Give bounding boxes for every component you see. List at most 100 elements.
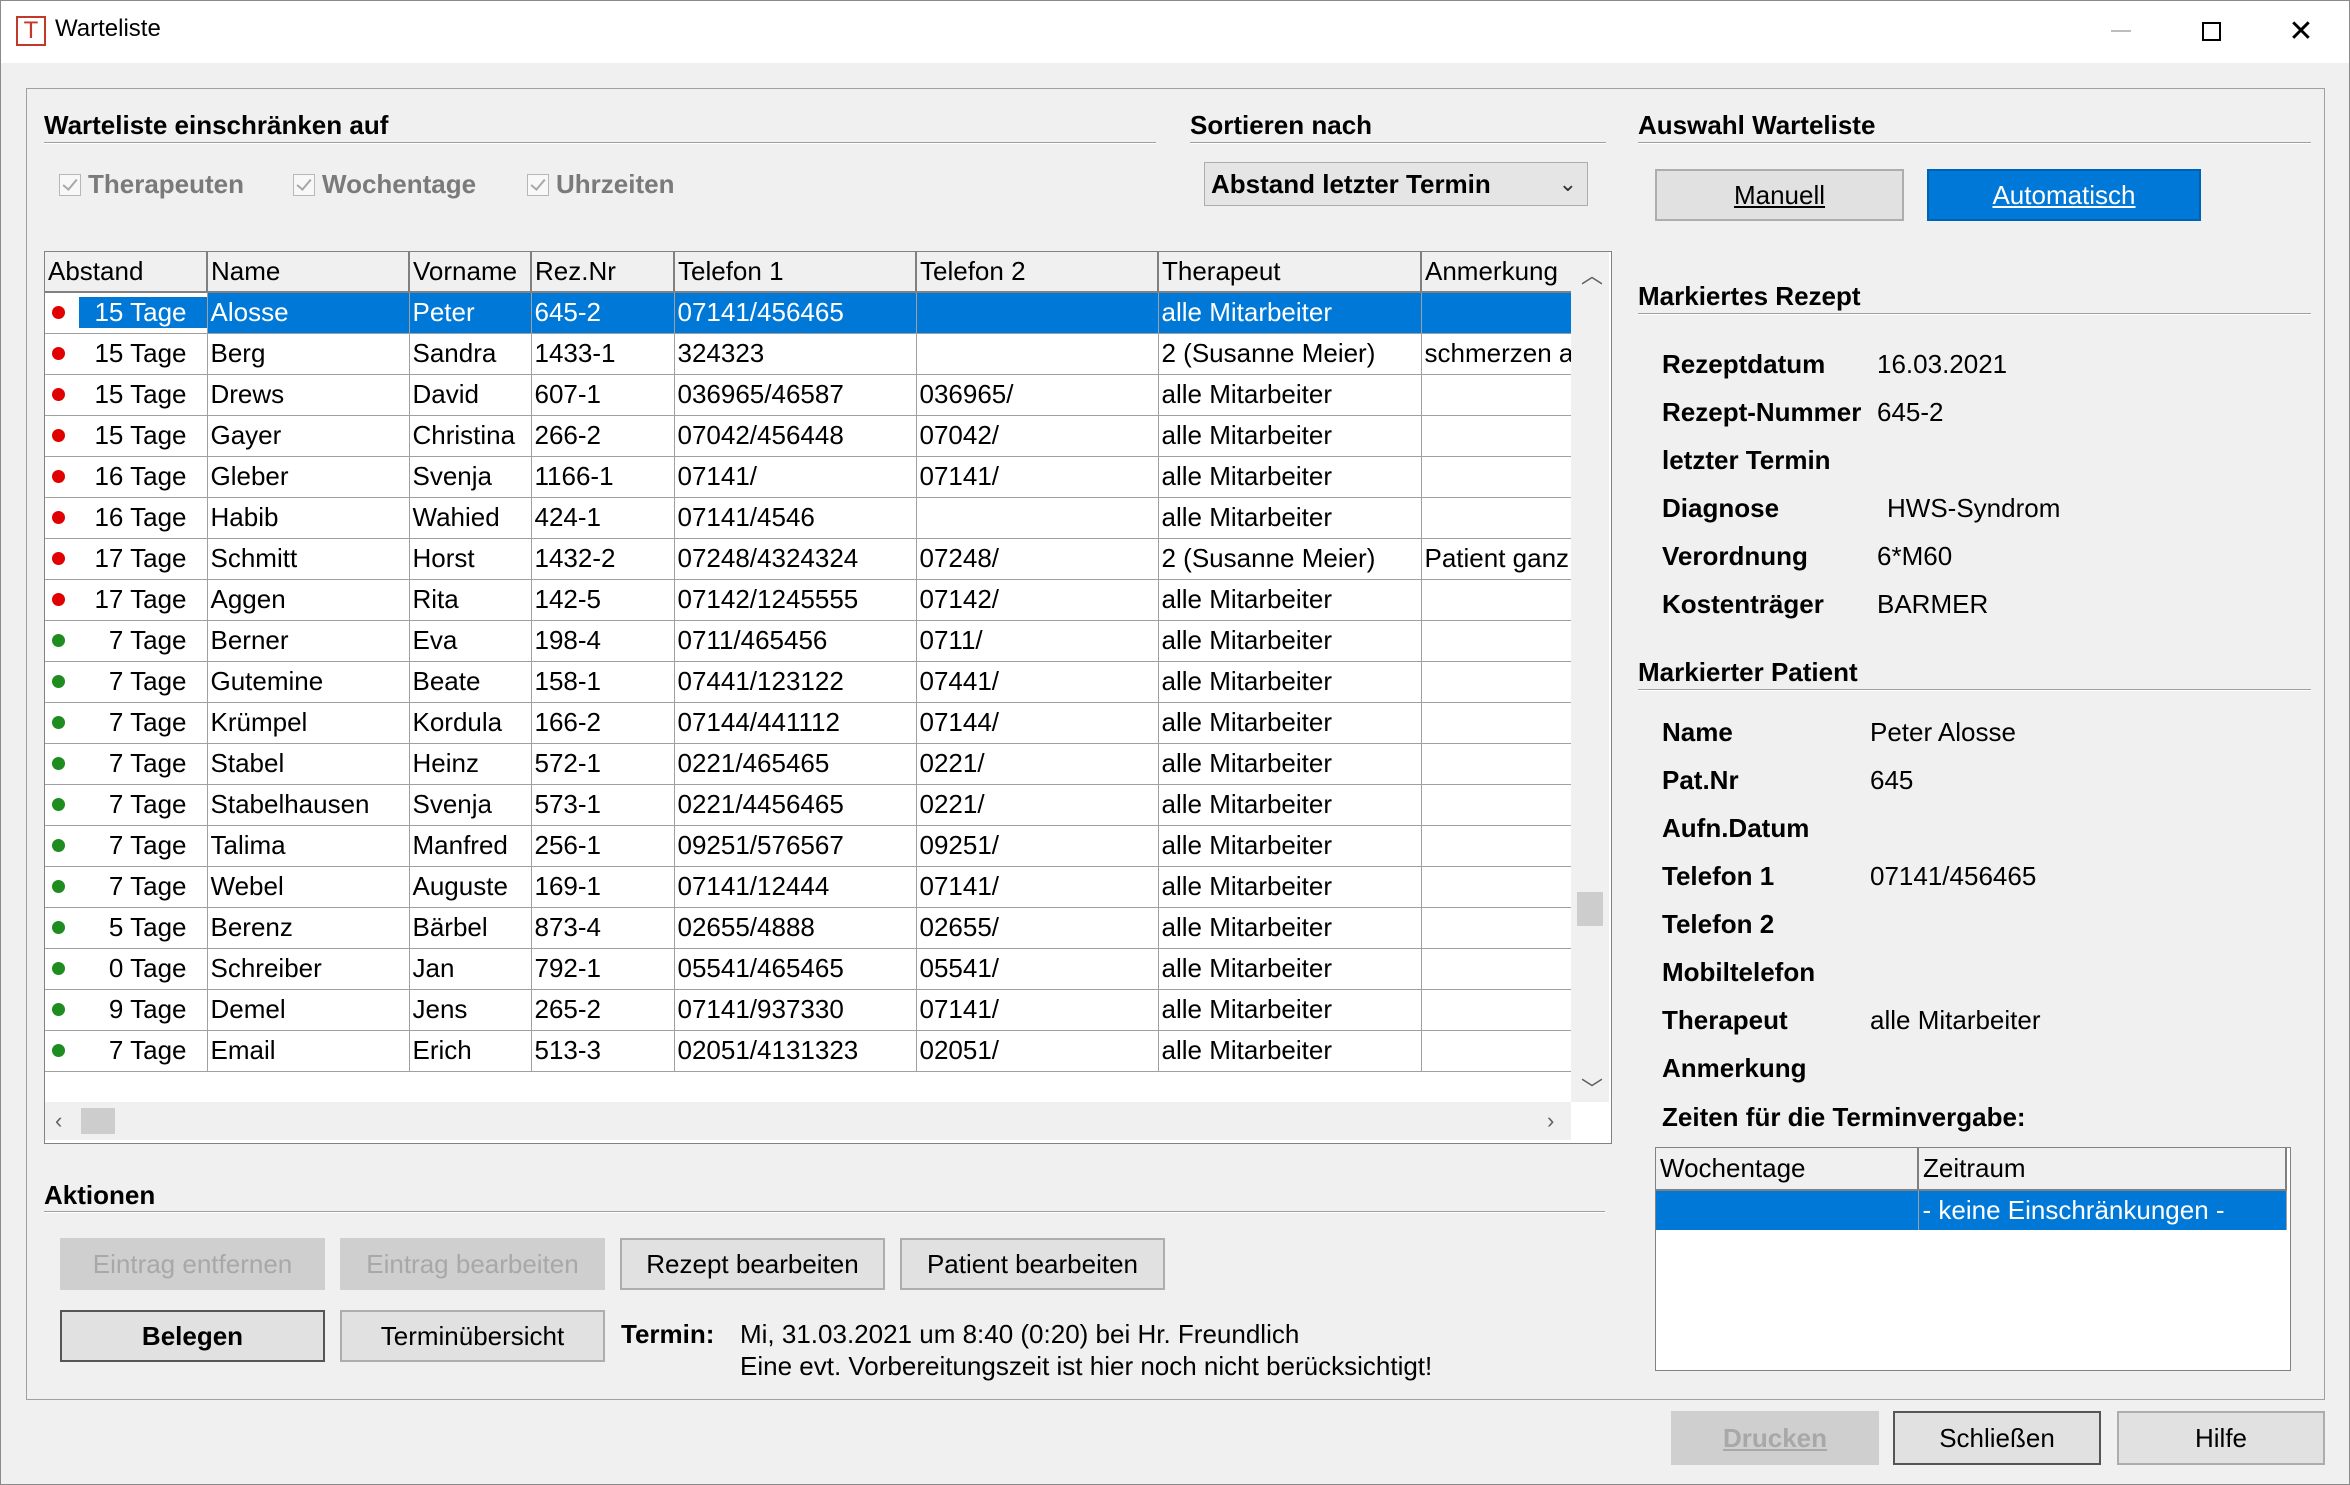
cell-name: Berner xyxy=(207,620,410,662)
table-row[interactable]: 7 Tage Stabelhausen Svenja 573-1 0221/445646… xyxy=(45,784,1576,826)
cell-abstand: 15 Tage xyxy=(45,333,208,375)
times-row[interactable]: - keine Einschränkungen - xyxy=(1656,1190,2287,1230)
status-dot-icon xyxy=(52,962,65,975)
patient-label: Name xyxy=(1662,717,1733,747)
manual-button[interactable]: Manuell xyxy=(1655,169,1904,221)
cell-rez: 424-1 xyxy=(531,497,675,539)
cell-rez: 198-4 xyxy=(531,620,675,662)
abstand-value: 7 Tage xyxy=(108,789,187,819)
column-header-zeitraum[interactable]: Zeitraum xyxy=(1918,1148,2287,1191)
times-header: Wochentage Zeitraum xyxy=(1656,1148,2287,1191)
column-header-anmerkung[interactable]: Anmerkung xyxy=(1421,252,1576,293)
table-row[interactable]: 7 Tage Berner Eva 198-4 0711/465456 0711/alle… xyxy=(45,620,1576,662)
times-table[interactable]: Wochentage Zeitraum - keine Einschränkun… xyxy=(1655,1147,2291,1371)
column-header-telefon-1[interactable]: Telefon 1 xyxy=(674,252,917,293)
patient-value: Peter Alosse xyxy=(1870,717,2016,747)
cell-vorname: Christina xyxy=(409,415,532,457)
column-header-vorname[interactable]: Vorname xyxy=(409,252,532,293)
table-row[interactable]: 17 Tage Schmitt Horst 1432-2 07248/4324324 07… xyxy=(45,538,1576,580)
scroll-thumb[interactable] xyxy=(81,1108,115,1134)
table-row[interactable]: 7 Tage Gutemine Beate 158-1 07441/123122 0744… xyxy=(45,661,1576,703)
cell-name: Alosse xyxy=(207,292,410,334)
cell-therapeut: alle Mitarbeiter xyxy=(1158,661,1422,703)
rezept-value: 16.03.2021 xyxy=(1877,349,2008,379)
help-button[interactable]: Hilfe xyxy=(2117,1411,2325,1465)
table-row[interactable]: 15 Tage Alosse Peter 645-2 07141/456465 alle … xyxy=(45,292,1576,334)
table-row[interactable]: 16 Tage Gleber Svenja 1166-1 07141/07141/all… xyxy=(45,456,1576,498)
remove-entry-button[interactable]: Eintrag entfernen xyxy=(60,1238,325,1290)
table-row[interactable]: 7 Tage Talima Manfred 256-1 09251/576567 0925… xyxy=(45,825,1576,867)
rezept-value: 645-2 xyxy=(1877,397,1944,427)
print-button[interactable]: Drucken xyxy=(1671,1411,1879,1465)
print-label: Drucken xyxy=(1722,1422,1828,1453)
abstand-value: 15 Tage xyxy=(94,420,187,450)
window-title: Warteliste xyxy=(55,15,161,42)
cell-tel1: 07441/123122 xyxy=(674,661,917,703)
cell-anm xyxy=(1421,374,1576,416)
cell-abstand: 5 Tage xyxy=(45,907,208,949)
cell-tel2: 02051/ xyxy=(916,1030,1159,1072)
column-header-name[interactable]: Name xyxy=(207,252,410,293)
rezept-label: Rezept-Nummer xyxy=(1662,397,1862,427)
cell-abstand: 16 Tage xyxy=(45,456,208,498)
maximize-icon xyxy=(2201,21,2221,41)
abstand-value: 15 Tage xyxy=(94,338,187,368)
cell-anm xyxy=(1421,497,1576,539)
table-row[interactable]: 7 Tage Webel Auguste 169-1 07141/12444 07141/… xyxy=(45,866,1576,908)
status-dot-icon xyxy=(52,757,65,770)
scroll-down-icon[interactable]: ﹀ xyxy=(1581,1072,1603,1104)
edit-patient-button[interactable]: Patient bearbeiten xyxy=(900,1238,1165,1290)
column-header-therapeut[interactable]: Therapeut xyxy=(1158,252,1422,293)
table-row[interactable]: 17 Tage Aggen Rita 142-5 07142/1245555 07142/… xyxy=(45,579,1576,621)
auto-button[interactable]: Automatisch xyxy=(1927,169,2201,221)
appointment-overview-button[interactable]: Terminübersicht xyxy=(340,1310,605,1362)
table-row[interactable]: 15 Tage Drews David 607-1 036965/46587 036965… xyxy=(45,374,1576,416)
cell-abstand: 17 Tage xyxy=(45,579,208,621)
table-row[interactable]: 16 Tage Habib Wahied 424-1 07141/4546 alle Mi… xyxy=(45,497,1576,539)
scroll-right-icon[interactable]: › xyxy=(1547,1108,1554,1134)
edit-entry-button[interactable]: Eintrag bearbeiten xyxy=(340,1238,605,1290)
table-row[interactable]: 0 Tage Schreiber Jan 792-1 05541/465465 05541… xyxy=(45,948,1576,990)
table-row[interactable]: 15 Tage Gayer Christina 266-2 07042/456448 07… xyxy=(45,415,1576,457)
minimize-button[interactable] xyxy=(2076,1,2166,61)
close-button[interactable]: ✕ xyxy=(2256,1,2346,61)
list-select-title: Auswahl Warteliste xyxy=(1638,110,1876,140)
table-row[interactable]: 9 Tage Demel Jens 265-2 07141/937330 07141/al… xyxy=(45,989,1576,1031)
waitlist-table[interactable]: Abstand Name Vorname Rez.Nr Telefon 1 Te… xyxy=(44,251,1612,1144)
column-header-telefon-2[interactable]: Telefon 2 xyxy=(916,252,1159,293)
book-button[interactable]: Belegen xyxy=(60,1310,325,1362)
cell-therapeut: 2 (Susanne Meier) xyxy=(1158,538,1422,580)
cell-anm xyxy=(1421,948,1576,990)
abstand-value: 17 Tage xyxy=(94,543,187,573)
scroll-left-icon[interactable]: ‹ xyxy=(55,1108,62,1134)
scroll-up-icon[interactable]: ︿ xyxy=(1581,258,1603,290)
close-dialog-button[interactable]: Schließen xyxy=(1893,1411,2101,1465)
times-title: Zeiten für die Terminvergabe: xyxy=(1662,1102,2026,1132)
chevron-down-icon: ⌄ xyxy=(1558,171,1577,196)
table-row[interactable]: 7 Tage Email Erich 513-3 02051/4131323 02051… xyxy=(45,1030,1576,1072)
table-row[interactable]: 7 Tage Krümpel Kordula 166-2 07144/441112 071… xyxy=(45,702,1576,744)
checkbox-wochentage[interactable]: Wochentage xyxy=(293,169,476,200)
column-header-wochentage[interactable]: Wochentage xyxy=(1656,1148,1919,1191)
cell-abstand: 16 Tage xyxy=(45,497,208,539)
vertical-scrollbar[interactable]: ︿ ﹀ xyxy=(1571,252,1609,1102)
cell-name: Aggen xyxy=(207,579,410,621)
column-header-abstand[interactable]: Abstand xyxy=(45,252,208,293)
actions-separator xyxy=(44,1211,1605,1213)
scroll-thumb[interactable] xyxy=(1577,892,1603,926)
checkbox-uhrzeiten[interactable]: Uhrzeiten xyxy=(527,169,674,200)
table-row[interactable]: 5 Tage Berenz Bärbel 873-4 02655/4888 02655/a… xyxy=(45,907,1576,949)
maximize-button[interactable] xyxy=(2166,1,2256,61)
cell-anm xyxy=(1421,825,1576,867)
horizontal-scrollbar[interactable]: ‹ › xyxy=(45,1102,1571,1140)
sort-select[interactable]: Abstand letzter Termin ⌄ xyxy=(1204,162,1588,206)
edit-rezept-button[interactable]: Rezept bearbeiten xyxy=(620,1238,885,1290)
status-dot-icon xyxy=(52,1003,65,1016)
cell-abstand: 7 Tage xyxy=(45,825,208,867)
checkbox-label: Therapeuten xyxy=(88,169,245,199)
table-row[interactable]: 7 Tage Stabel Heinz 572-1 0221/465465 0221/al… xyxy=(45,743,1576,785)
cell-therapeut: alle Mitarbeiter xyxy=(1158,784,1422,826)
column-header-rez-nr[interactable]: Rez.Nr xyxy=(531,252,675,293)
table-row[interactable]: 15 Tage Berg Sandra 1433-1 324323 2 (Susanne … xyxy=(45,333,1576,375)
checkbox-therapeuten[interactable]: Therapeuten xyxy=(59,169,244,200)
